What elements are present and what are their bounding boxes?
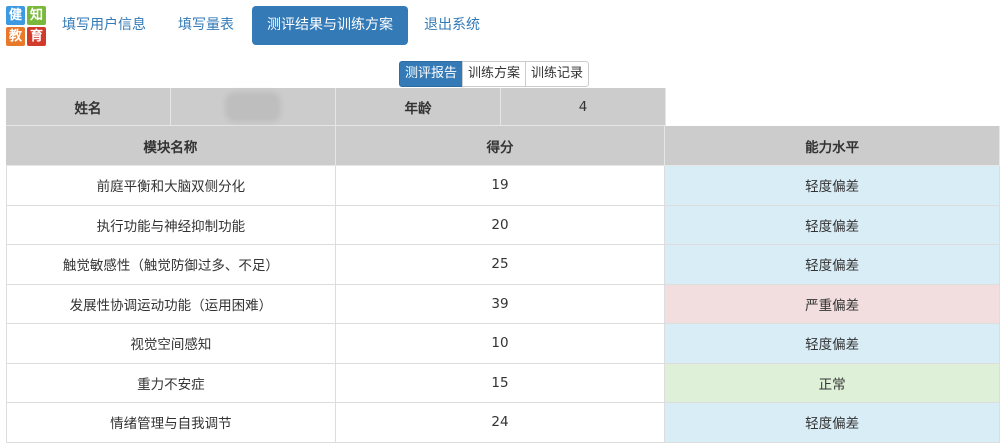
table-header: 模块名称 得分 能力水平 bbox=[6, 126, 1000, 166]
header-module: 模块名称 bbox=[6, 126, 336, 166]
module-name-cell: 重力不安症 bbox=[6, 363, 336, 403]
module-name-cell: 前庭平衡和大脑双侧分化 bbox=[6, 166, 336, 206]
level-cell: 轻度偏差 bbox=[665, 403, 1000, 443]
logo-char-2: 知 bbox=[27, 6, 46, 25]
score-cell: 39 bbox=[335, 284, 666, 324]
score-cell: 20 bbox=[335, 205, 666, 245]
level-cell: 严重偏差 bbox=[665, 284, 1000, 324]
score-cell: 25 bbox=[335, 245, 666, 285]
module-name-cell: 执行功能与神经抑制功能 bbox=[6, 205, 336, 245]
logo-char-1: 健 bbox=[6, 6, 25, 25]
age-label: 年龄 bbox=[336, 88, 501, 126]
tab-training-records[interactable]: 训练记录 bbox=[525, 61, 590, 87]
module-name-cell: 视觉空间感知 bbox=[6, 324, 336, 364]
level-cell: 轻度偏差 bbox=[665, 166, 1000, 206]
level-cell: 轻度偏差 bbox=[665, 205, 1000, 245]
level-cell: 轻度偏差 bbox=[665, 245, 1000, 285]
score-cell: 19 bbox=[335, 166, 666, 206]
subtab-group: 测评报告 训练方案 训练记录 bbox=[399, 61, 590, 87]
table-row: 情绪管理与自我调节 24 轻度偏差 bbox=[6, 403, 1000, 443]
module-name-cell: 发展性协调运动功能（运用困难） bbox=[6, 284, 336, 324]
module-name-cell: 触觉敏感性（触觉防御过多、不足） bbox=[6, 245, 336, 285]
redacted-name bbox=[229, 95, 277, 118]
nav-logout[interactable]: 退出系统 bbox=[412, 6, 492, 45]
logo-char-4: 育 bbox=[27, 27, 46, 46]
logo: 健 知 教 育 bbox=[6, 6, 46, 46]
table-row: 前庭平衡和大脑双侧分化 19 轻度偏差 bbox=[6, 166, 1000, 206]
module-name-cell: 情绪管理与自我调节 bbox=[6, 403, 336, 443]
header-level: 能力水平 bbox=[665, 126, 1000, 166]
header-score: 得分 bbox=[335, 126, 666, 166]
score-cell: 15 bbox=[335, 363, 666, 403]
logo-char-3: 教 bbox=[6, 27, 25, 46]
table-row: 发展性协调运动功能（运用困难） 39 严重偏差 bbox=[6, 284, 1000, 324]
level-cell: 轻度偏差 bbox=[665, 324, 1000, 364]
score-cell: 10 bbox=[335, 324, 666, 364]
table-row: 触觉敏感性（触觉防御过多、不足） 25 轻度偏差 bbox=[6, 245, 1000, 285]
age-value: 4 bbox=[501, 88, 666, 126]
table-row: 执行功能与神经抑制功能 20 轻度偏差 bbox=[6, 205, 1000, 245]
level-cell: 正常 bbox=[665, 363, 1000, 403]
table-row: 重力不安症 15 正常 bbox=[6, 363, 1000, 403]
nav-results-and-training[interactable]: 测评结果与训练方案 bbox=[252, 6, 408, 45]
table-row: 视觉空间感知 10 轻度偏差 bbox=[6, 324, 1000, 364]
name-label: 姓名 bbox=[6, 88, 171, 126]
tab-training-plan[interactable]: 训练方案 bbox=[462, 61, 527, 87]
nav-fill-user-info[interactable]: 填写用户信息 bbox=[50, 6, 158, 45]
score-cell: 24 bbox=[335, 403, 666, 443]
tab-assessment-report[interactable]: 测评报告 bbox=[399, 61, 464, 87]
user-info-row: 姓名 年龄 4 bbox=[6, 88, 666, 126]
nav-fill-scale[interactable]: 填写量表 bbox=[166, 6, 246, 45]
name-value bbox=[171, 88, 336, 126]
